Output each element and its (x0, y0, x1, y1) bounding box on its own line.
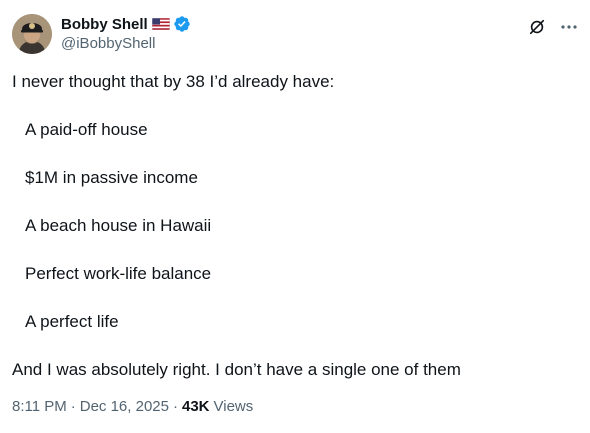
name-row: Bobby Shell (61, 14, 191, 34)
views-label: Views (213, 398, 254, 415)
meta-separator: · (70, 398, 76, 415)
list-item: A paid-off house (25, 120, 148, 139)
grok-slash-icon[interactable] (528, 18, 546, 36)
us-flag-icon (151, 18, 170, 30)
verified-badge-icon[interactable] (173, 15, 191, 33)
tweet-intro: I never thought that by 38 I’d already h… (12, 72, 335, 91)
display-name[interactable]: Bobby Shell (61, 16, 148, 33)
list-item: A perfect life (25, 312, 119, 331)
author-handle[interactable]: @iBobbyShell (61, 34, 191, 54)
tweet-meta: 8:11 PM · Dec 16, 2025 · 43K Views (12, 398, 253, 415)
tweet-closing: And I was absolutely right. I don’t have… (12, 360, 461, 379)
list-item: Perfect work-life balance (25, 264, 212, 283)
tweet-date[interactable]: Dec 16, 2025 (80, 398, 169, 415)
list-item: A beach house in Hawaii (25, 216, 212, 235)
tweet-text: I never thought that by 38 I’d already h… (12, 70, 578, 382)
avatar[interactable] (12, 14, 52, 54)
more-dots-icon[interactable] (560, 18, 578, 36)
tweet-time[interactable]: 8:11 PM (12, 398, 67, 415)
views-count[interactable]: 43K (182, 398, 210, 415)
tweet-card: Bobby Shell @iBobbyShell I never thought… (0, 0, 590, 433)
meta-separator: · (172, 398, 178, 415)
author-identity: Bobby Shell @iBobbyShell (61, 14, 191, 54)
tweet-top-actions (528, 18, 578, 36)
list-item: $1M in passive income (25, 168, 198, 187)
tweet-header: Bobby Shell @iBobbyShell (12, 14, 191, 54)
